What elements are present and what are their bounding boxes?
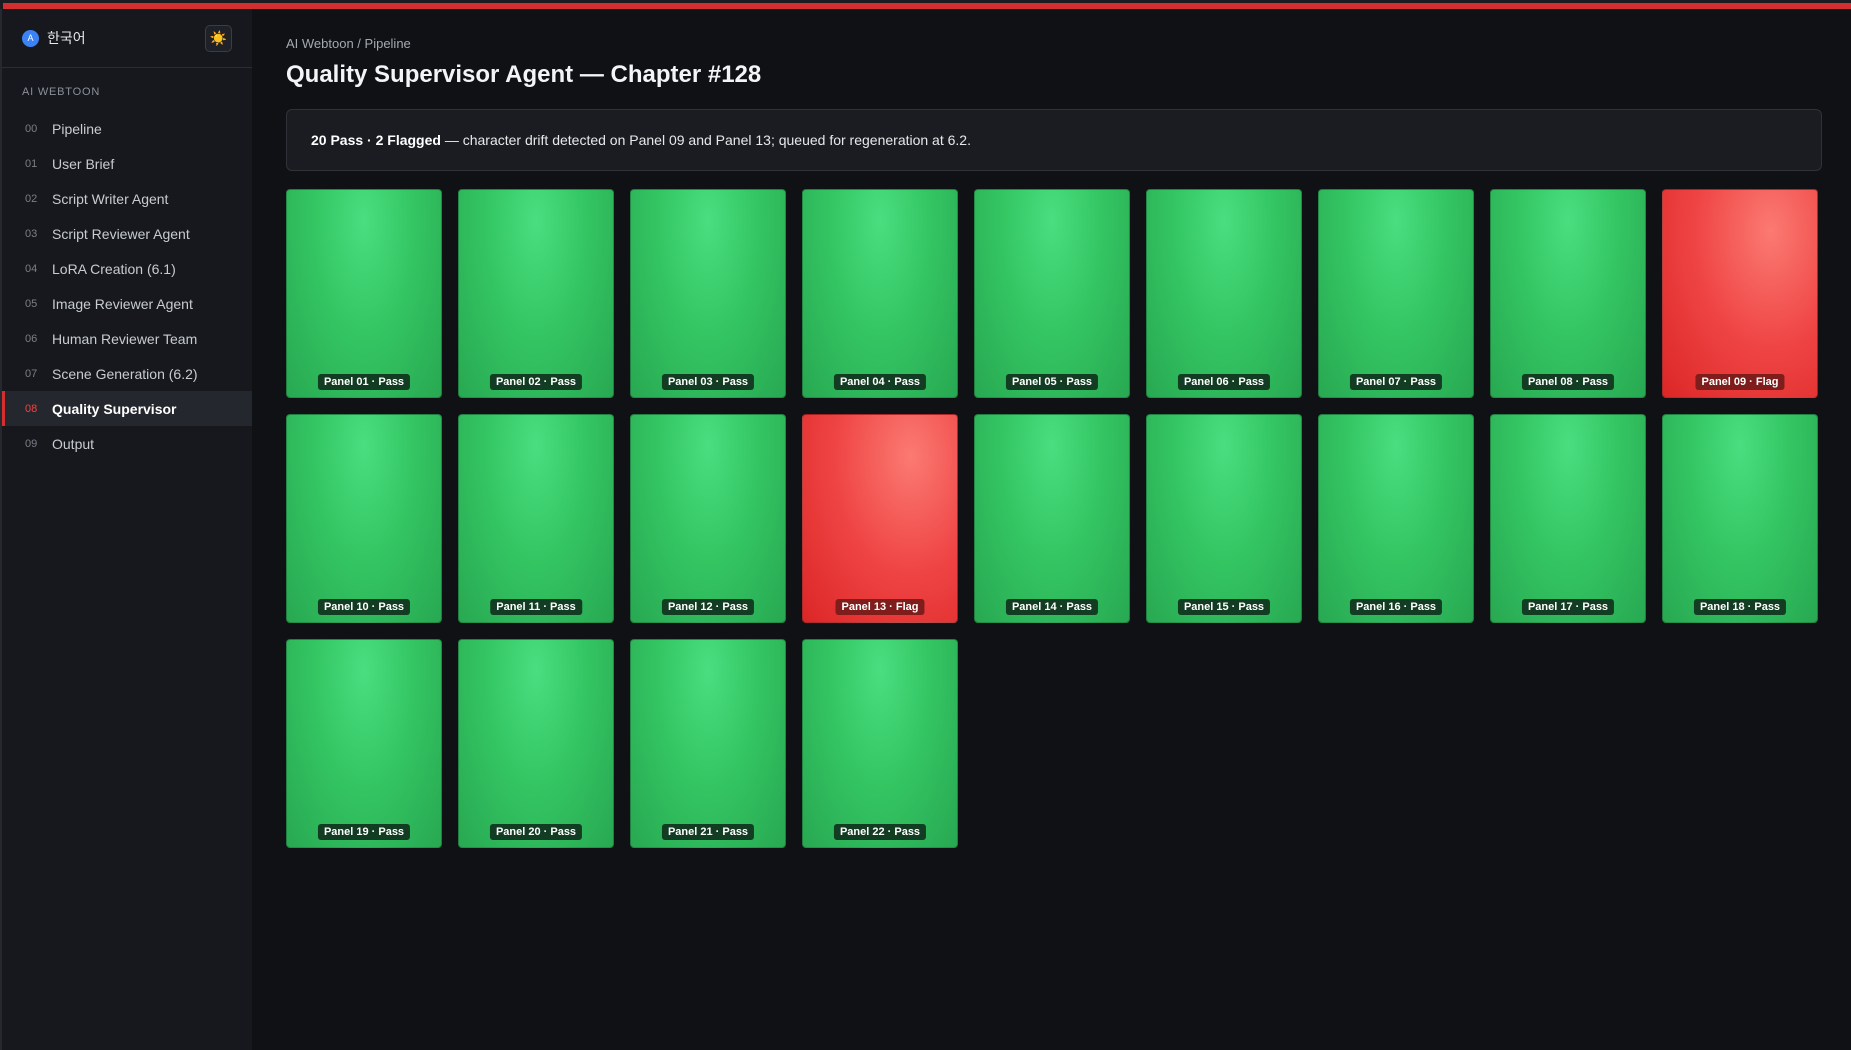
panel-status-badge: Panel 10 · Pass [317, 599, 411, 615]
panel-status-badge: Panel 11 · Pass [490, 599, 582, 615]
panel-card[interactable]: Panel 22 · Pass [802, 639, 958, 848]
panel-status-badge: Panel 18 · Pass [1693, 599, 1787, 615]
sidebar-item-label: LoRA Creation (6.1) [52, 260, 176, 277]
panel-card[interactable]: Panel 05 · Pass [974, 189, 1130, 398]
panel-card[interactable]: Panel 02 · Pass [458, 189, 614, 398]
panel-status-badge: Panel 01 · Pass [317, 374, 411, 390]
panel-status-badge: Panel 17 · Pass [1521, 599, 1615, 615]
sidebar-item-label: Quality Supervisor [52, 400, 177, 417]
panel-card[interactable]: Panel 12 · Pass [630, 414, 786, 623]
panel-status-badge: Panel 02 · Pass [489, 374, 583, 390]
panel-card[interactable]: Panel 21 · Pass [630, 639, 786, 848]
sidebar-item-number: 08 [25, 402, 38, 415]
panel-card[interactable]: Panel 07 · Pass [1318, 189, 1474, 398]
main-content: AI Webtoon / Pipeline Quality Supervisor… [252, 9, 1851, 1050]
panel-status-badge: Panel 04 · Pass [833, 374, 927, 390]
sidebar-item-number: 01 [25, 157, 38, 170]
panel-status-badge: Panel 09 · Flag [1695, 374, 1785, 390]
sidebar-item-number: 09 [25, 437, 38, 450]
sidebar-item-number: 05 [25, 297, 38, 310]
panel-status-badge: Panel 05 · Pass [1005, 374, 1099, 390]
panel-status-badge: Panel 13 · Flag [835, 599, 925, 615]
panel-card[interactable]: Panel 06 · Pass [1146, 189, 1302, 398]
panel-card[interactable]: Panel 20 · Pass [458, 639, 614, 848]
sidebar-item-user-brief[interactable]: 01 User Brief [2, 146, 252, 181]
summary-text: — character drift detected on Panel 09 a… [440, 132, 971, 148]
panel-card[interactable]: Panel 19 · Pass [286, 639, 442, 848]
panel-card[interactable]: Panel 11 · Pass [458, 414, 614, 623]
panel-status-badge: Panel 22 · Pass [833, 824, 927, 840]
panel-status-badge: Panel 19 · Pass [317, 824, 411, 840]
theme-toggle-button[interactable]: ☀️ [205, 24, 232, 52]
sidebar-item-label: Image Reviewer Agent [52, 295, 193, 312]
panel-status-badge: Panel 08 · Pass [1521, 374, 1615, 390]
panel-status-badge: Panel 03 · Pass [661, 374, 755, 390]
sidebar-item-label: Human Reviewer Team [52, 330, 198, 347]
sidebar-item-output[interactable]: 09 Output [2, 426, 252, 461]
sidebar-nav: 00 Pipeline 01 User Brief 02 Script Writer Ag… [2, 111, 252, 461]
panel-status-badge: Panel 20 · Pass [489, 824, 583, 840]
panel-card[interactable]: Panel 13 · Flag [802, 414, 958, 623]
top-progress-bar [0, 0, 1851, 9]
sidebar-item-image-reviewer-agent[interactable]: 05 Image Reviewer Agent [2, 286, 252, 321]
sidebar-item-scene-generation-6-2[interactable]: 07 Scene Generation (6.2) [2, 356, 252, 391]
panel-card[interactable]: Panel 09 · Flag [1662, 189, 1818, 398]
sidebar-item-label: User Brief [52, 155, 115, 172]
panel-card[interactable]: Panel 01 · Pass [286, 189, 442, 398]
panel-grid: Panel 01 · Pass Panel 02 · Pass Panel 03 ·… [286, 189, 1851, 848]
sidebar-item-label: Scene Generation (6.2) [52, 365, 198, 382]
page-title: Quality Supervisor Agent — Chapter #128 [286, 61, 762, 88]
panel-status-badge: Panel 16 · Pass [1349, 599, 1443, 615]
summary-counts: 20 Pass · 2 Flagged [311, 132, 441, 148]
summary-banner: 20 Pass · 2 Flagged — character drift de… [286, 109, 1822, 171]
sidebar-item-script-writer-agent[interactable]: 02 Script Writer Agent [2, 181, 252, 216]
sidebar-item-quality-supervisor[interactable]: 08 Quality Supervisor [2, 391, 252, 426]
panel-status-badge: Panel 07 · Pass [1349, 374, 1443, 390]
panel-card[interactable]: Panel 14 · Pass [974, 414, 1130, 623]
panel-card[interactable]: Panel 04 · Pass [802, 189, 958, 398]
sidebar-item-pipeline[interactable]: 00 Pipeline [2, 111, 252, 146]
panel-card[interactable]: Panel 18 · Pass [1662, 414, 1818, 623]
sidebar-item-number: 07 [25, 367, 38, 380]
sidebar-item-label: Script Reviewer Agent [52, 225, 190, 242]
sidebar-item-human-reviewer-team[interactable]: 06 Human Reviewer Team [2, 321, 252, 356]
sidebar-header: A 한국어 ☀️ [2, 9, 252, 68]
panel-card[interactable]: Panel 16 · Pass [1318, 414, 1474, 623]
sun-icon: ☀️ [209, 29, 228, 46]
sidebar-item-number: 06 [25, 332, 38, 345]
language-icon: A [22, 29, 39, 47]
panel-status-badge: Panel 14 · Pass [1005, 599, 1099, 615]
panel-card[interactable]: Panel 10 · Pass [286, 414, 442, 623]
panel-status-badge: Panel 12 · Pass [661, 599, 755, 615]
sidebar-item-label: Script Writer Agent [52, 190, 169, 207]
panel-status-badge: Panel 15 · Pass [1177, 599, 1271, 615]
panel-card[interactable]: Panel 15 · Pass [1146, 414, 1302, 623]
sidebar-item-number: 03 [25, 227, 38, 240]
language-label: 한국어 [47, 30, 86, 46]
panel-status-badge: Panel 21 · Pass [661, 824, 755, 840]
sidebar-item-label: Output [52, 435, 95, 452]
sidebar-item-script-reviewer-agent[interactable]: 03 Script Reviewer Agent [2, 216, 252, 251]
sidebar-item-lora-creation-6-1[interactable]: 04 LoRA Creation (6.1) [2, 251, 252, 286]
sidebar-item-number: 02 [25, 192, 38, 205]
language-switcher[interactable]: A 한국어 [22, 28, 86, 48]
sidebar-item-number: 04 [25, 262, 38, 275]
sidebar: A 한국어 ☀️ AI WEBTOON 00 Pipeline 01 User Bri… [0, 9, 252, 1050]
panel-card[interactable]: Panel 03 · Pass [630, 189, 786, 398]
panel-card[interactable]: Panel 08 · Pass [1490, 189, 1646, 398]
sidebar-item-label: Pipeline [52, 120, 102, 137]
sidebar-section-label: AI WEBTOON [22, 86, 101, 98]
breadcrumb[interactable]: AI Webtoon / Pipeline [286, 36, 1851, 52]
sidebar-item-number: 00 [25, 122, 38, 135]
panel-card[interactable]: Panel 17 · Pass [1490, 414, 1646, 623]
panel-status-badge: Panel 06 · Pass [1177, 374, 1271, 390]
